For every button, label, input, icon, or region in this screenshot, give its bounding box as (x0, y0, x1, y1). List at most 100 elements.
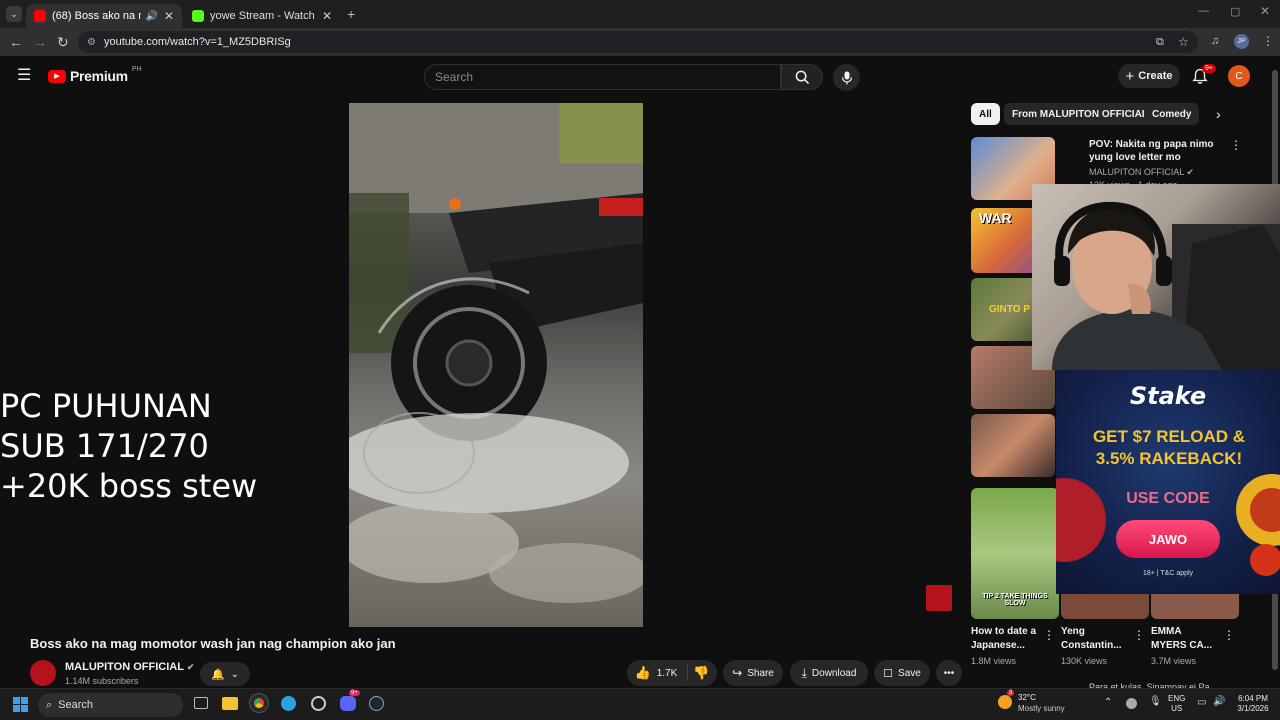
recommendation-thumbnail[interactable] (971, 414, 1055, 477)
clock[interactable]: 6:04 PM 3/1/2026 (1230, 694, 1276, 714)
download-button[interactable]: ⤓ Download (790, 660, 868, 686)
dislike-button[interactable]: 👎 (693, 665, 709, 681)
notifications-button[interactable]: 9+ (1192, 64, 1216, 88)
maximize-icon[interactable]: ▢ (1230, 5, 1240, 18)
short-thumbnail[interactable] (1061, 594, 1149, 619)
browser-menu-icon[interactable]: ⋮ (1262, 34, 1274, 48)
close-window-icon[interactable]: ✕ (1260, 4, 1270, 18)
recommendation-channel-text: MALUPITON OFFICIAL (1089, 167, 1185, 177)
tab-title: yowe Stream - Watch Live on K (210, 10, 316, 22)
speaker-icon: 🔊 (145, 10, 158, 22)
steam-icon[interactable] (369, 696, 384, 711)
tray-app-icon[interactable] (1126, 698, 1137, 709)
install-icon[interactable]: ⧉ (1156, 36, 1164, 49)
verified-icon: ✔ (1186, 167, 1195, 177)
verified-icon: ✔ (186, 662, 195, 672)
share-button[interactable]: ↪ Share (723, 660, 783, 686)
media-controls-icon[interactable]: ♫ (1211, 35, 1219, 47)
youtube-play-icon: ▶ (48, 69, 66, 83)
close-tab-icon[interactable]: ✕ (158, 9, 174, 23)
overlay-line: PC PUHUNAN (0, 387, 212, 425)
channel-name-text: MALUPITON OFFICIAL (65, 661, 184, 673)
save-label: Save (898, 667, 921, 679)
more-actions-button[interactable]: ••• (936, 660, 962, 686)
search-button[interactable] (781, 64, 823, 90)
ad-brand-logo: Stake (1129, 382, 1207, 410)
back-icon[interactable]: ← (9, 34, 23, 50)
tab-list-button[interactable]: ⌄ (6, 6, 22, 22)
new-tab-icon[interactable]: + (347, 6, 355, 22)
close-tab-icon[interactable]: ✕ (316, 9, 332, 23)
microphone-tray-icon[interactable]: 🎙 (1149, 696, 1162, 707)
ad-promo-code-button[interactable]: JAWO (1116, 520, 1220, 558)
url-text: youtube.com/watch?v=1_MZ5DBRISg (104, 36, 291, 48)
site-info-icon[interactable]: ⚙ (87, 37, 96, 48)
short-title[interactable]: How to date a Japanese... (971, 625, 1037, 653)
chip-all[interactable]: All (971, 103, 1000, 125)
language-indicator[interactable]: ENG US (1168, 694, 1185, 714)
tray-chevron-icon[interactable]: ⌃ (1104, 697, 1112, 708)
notification-badge: 9+ (1202, 64, 1216, 73)
bookmark-star-icon[interactable]: ☆ (1178, 35, 1189, 49)
tab-youtube[interactable]: (68) Boss ako na mag momotor 🔊 ✕ (26, 4, 182, 28)
taskbar-search[interactable]: ⌕ Search (38, 693, 183, 717)
search-input[interactable]: Search (424, 64, 781, 90)
more-options-icon[interactable]: ⋮ (1043, 628, 1055, 642)
microphone-icon (841, 71, 852, 84)
discord-icon[interactable]: 9+ (340, 690, 360, 711)
chevron-down-icon: ⌄ (230, 668, 240, 680)
task-view-icon[interactable] (194, 697, 208, 709)
subscription-bell-button[interactable]: 🔔 ⌄ (200, 662, 250, 686)
short-thumbnail[interactable]: TIP 2 TAKE THINGS SLOW (971, 488, 1059, 619)
subscriber-count: 1.14M subscribers (65, 676, 139, 686)
chip-from-channel[interactable]: From MALUPITON OFFICIAL (1004, 103, 1156, 125)
app-icon[interactable] (311, 696, 326, 711)
channel-name[interactable]: MALUPITON OFFICIAL ✔ (65, 661, 194, 673)
weather-widget[interactable]: 3 32°C Mostly sunny (998, 690, 1078, 717)
user-avatar[interactable]: C (1228, 65, 1250, 87)
thumbs-down-icon: 👎 (693, 665, 710, 680)
more-options-icon[interactable]: ⋮ (1230, 138, 1242, 152)
chrome-icon[interactable] (249, 693, 269, 713)
save-button[interactable]: ☐ Save (874, 660, 930, 686)
create-button[interactable]: + Create (1118, 64, 1180, 88)
volume-icon[interactable]: 🔊 (1213, 696, 1225, 707)
more-options-icon[interactable]: ⋮ (1223, 628, 1235, 642)
chips-next-icon[interactable]: › (1216, 106, 1221, 122)
telegram-icon[interactable] (281, 696, 296, 711)
short-thumbnail[interactable] (1151, 594, 1239, 619)
voice-search-button[interactable] (833, 64, 860, 91)
hamburger-menu-icon[interactable]: ☰ (17, 68, 31, 84)
youtube-logo[interactable]: ▶ Premium PH (48, 66, 142, 84)
like-button[interactable]: 👍 1.7K (635, 665, 689, 681)
discord-badge: 9+ (349, 690, 360, 696)
logo-text: Premium (70, 68, 128, 84)
create-label: Create (1138, 70, 1173, 82)
stream-overlay-text: PC PUHUNAN SUB 171/270 +20K boss stew (0, 386, 257, 506)
taskbar-search-label: Search (58, 699, 94, 711)
recommendation-channel: MALUPITON OFFICIAL ✔ (1089, 167, 1194, 178)
video-player[interactable] (349, 103, 643, 627)
reload-icon[interactable]: ↻ (57, 34, 69, 50)
profile-avatar[interactable]: JP (1234, 34, 1249, 49)
search-icon: ⌕ (46, 698, 53, 711)
minimize-icon[interactable]: — (1198, 5, 1209, 17)
url-field[interactable]: ⚙ youtube.com/watch?v=1_MZ5DBRISg ⧉ ☆ (78, 31, 1198, 53)
tab-kick[interactable]: yowe Stream - Watch Live on K ✕ (184, 4, 340, 28)
network-icon[interactable]: ▭ (1197, 697, 1206, 708)
recommendation-title[interactable]: POV: Nakita ng papa nimo yung love lette… (1089, 138, 1225, 164)
file-explorer-icon[interactable] (222, 697, 238, 710)
forward-icon[interactable]: → (33, 34, 47, 50)
ad-headline: GET $7 RELOAD & 3.5% RAKEBACK! (1092, 427, 1246, 468)
more-options-icon[interactable]: ⋮ (1133, 628, 1145, 642)
windows-start-icon[interactable] (13, 697, 28, 712)
short-title[interactable]: EMMA MYERS CA... (1151, 625, 1219, 653)
channel-avatar[interactable] (30, 660, 56, 686)
short-title[interactable]: Yeng Constantin... (1061, 625, 1129, 653)
region-code: US (1171, 704, 1183, 713)
plus-icon: + (1125, 67, 1135, 85)
channel-watermark-icon[interactable] (926, 585, 952, 611)
chip-comedy[interactable]: Comedy (1144, 103, 1200, 125)
clock-time: 6:04 PM (1238, 694, 1268, 703)
thumbnail-caption: GINTO P (989, 304, 1030, 315)
